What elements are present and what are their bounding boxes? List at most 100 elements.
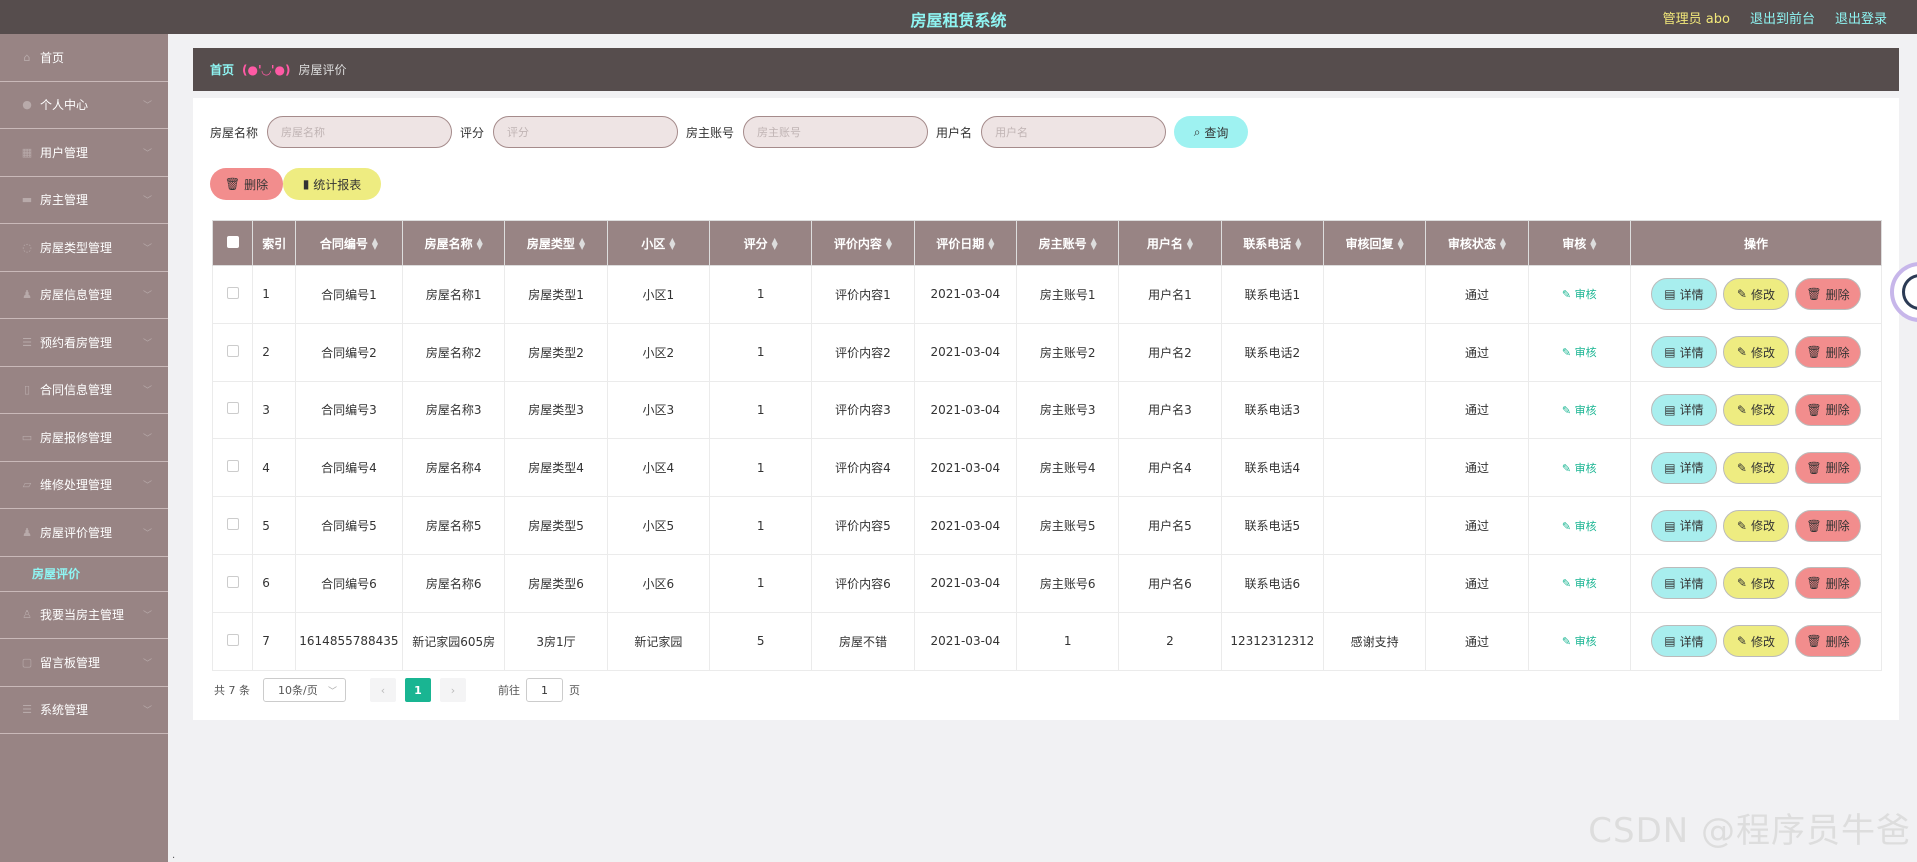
column-header[interactable]: 用户名 ▲ ▼ (1118, 220, 1222, 266)
delete-button[interactable]: 🗑 删除 (1794, 393, 1861, 426)
review-link[interactable]: ✎ 审核 (1562, 577, 1597, 590)
sidebar-item-4[interactable]: ◌ 房屋类型管理 ﹀ (0, 224, 168, 272)
edit-button-label: 修改 (1750, 461, 1775, 476)
sort-icon[interactable]: ▲ ▼ (477, 237, 483, 251)
column-header[interactable]: 房屋名称 ▲ ▼ (402, 220, 506, 266)
column-header[interactable]: 审核状态 ▲ ▼ (1425, 220, 1529, 266)
sort-icon[interactable]: ▲ ▼ (1590, 237, 1596, 251)
column-header[interactable]: 审核 ▲ ▼ (1527, 220, 1631, 266)
edit-button-label: 修改 (1750, 287, 1775, 302)
table-cell: 房主账号2 (1015, 322, 1120, 382)
search-input-username[interactable] (981, 116, 1167, 148)
sort-icon[interactable]: ▲ ▼ (579, 237, 585, 251)
goto-page-input[interactable] (526, 678, 563, 702)
column-header[interactable]: 合同编号 ▲ ▼ (294, 220, 404, 266)
page-size-select[interactable]: 10条/页 ﹀ (263, 678, 346, 702)
batch-delete-button[interactable]: 🗑 删除 (210, 168, 283, 200)
review-link[interactable]: ✎ 审核 (1562, 462, 1597, 475)
sort-icon[interactable]: ▲ ▼ (988, 237, 994, 251)
row-checkbox[interactable] (226, 344, 239, 357)
column-header[interactable]: 房屋类型 ▲ ▼ (504, 220, 608, 266)
sidebar-item-9[interactable]: ▱ 维修处理管理 ﹀ (0, 462, 168, 509)
sort-icon[interactable]: ▲ ▼ (772, 237, 778, 251)
detail-button[interactable]: ▤ 详情 (1650, 625, 1717, 658)
search-input-house-name[interactable] (267, 116, 453, 148)
detail-button[interactable]: ▤ 详情 (1650, 278, 1717, 311)
column-header[interactable]: 评价日期 ▲ ▼ (913, 220, 1017, 266)
edit-button[interactable]: ✎ 修改 (1722, 278, 1789, 311)
column-header[interactable]: 评价内容 ▲ ▼ (811, 220, 915, 266)
sidebar-item-0[interactable]: ⌂ 首页 (0, 34, 168, 82)
review-link[interactable]: ✎ 审核 (1562, 346, 1597, 359)
search-input-owner-account[interactable] (743, 116, 929, 148)
sidebar-item-3[interactable]: ▬ 房主管理 ﹀ (0, 177, 168, 224)
sidebar-subitem-active[interactable]: 房屋评价 (0, 557, 168, 592)
sort-icon[interactable]: ▲ ▼ (1500, 237, 1506, 251)
sidebar-item-1[interactable]: ● 个人中心 ﹀ (0, 82, 168, 129)
row-checkbox[interactable] (226, 575, 239, 588)
sort-icon[interactable]: ▲ ▼ (1398, 237, 1404, 251)
sort-icon[interactable]: ▲ ▼ (1187, 237, 1193, 251)
delete-button[interactable]: 🗑 删除 (1794, 336, 1861, 369)
page-number-current[interactable]: 1 (405, 678, 431, 702)
breadcrumb-home[interactable]: 首页 (210, 61, 234, 78)
edit-button[interactable]: ✎ 修改 (1722, 625, 1789, 658)
front-link[interactable]: 退出到前台 (1750, 8, 1815, 27)
detail-button[interactable]: ▤ 详情 (1650, 336, 1717, 369)
detail-button[interactable]: ▤ 详情 (1650, 567, 1717, 600)
logout-link[interactable]: 退出登录 (1835, 8, 1887, 27)
sidebar-item-after-2[interactable]: ☰ 系统管理 ﹀ (0, 687, 168, 734)
column-header[interactable]: 联系电话 ▲ ▼ (1220, 220, 1324, 266)
detail-button[interactable]: ▤ 详情 (1650, 509, 1717, 542)
delete-button[interactable]: 🗑 删除 (1794, 625, 1861, 658)
review-link[interactable]: ✎ 审核 (1562, 635, 1597, 648)
edit-button[interactable]: ✎ 修改 (1722, 509, 1789, 542)
review-link[interactable]: ✎ 审核 (1562, 288, 1597, 301)
review-cell: ✎ 审核 (1527, 496, 1631, 555)
report-button[interactable]: ▮ 统计报表 (283, 168, 381, 200)
row-checkbox[interactable] (226, 460, 239, 473)
detail-button[interactable]: ▤ 详情 (1650, 451, 1717, 484)
review-link[interactable]: ✎ 审核 (1562, 404, 1597, 417)
next-page-button[interactable]: › (440, 678, 466, 702)
table-cell: 1 (708, 322, 813, 382)
column-header-label: 房屋名称 (424, 236, 473, 251)
select-all-checkbox[interactable] (226, 235, 239, 248)
prev-page-button[interactable]: ‹ (370, 678, 396, 702)
detail-button[interactable]: ▤ 详情 (1650, 393, 1717, 426)
sidebar-item-7[interactable]: ▯ 合同信息管理 ﹀ (0, 367, 168, 414)
row-select-cell (211, 611, 254, 671)
sort-icon[interactable]: ▲ ▼ (1091, 237, 1097, 251)
sidebar-item-8[interactable]: ▭ 房屋报修管理 ﹀ (0, 414, 168, 462)
column-header[interactable]: 评分 ▲ ▼ (708, 220, 813, 266)
delete-button[interactable]: 🗑 删除 (1794, 451, 1861, 484)
sidebar-item-after-0[interactable]: ♙ 我要当房主管理 ﹀ (0, 592, 168, 639)
query-button[interactable]: ⌕ 查询 (1174, 116, 1249, 148)
row-checkbox[interactable] (226, 286, 239, 299)
column-header[interactable]: 审核回复 ▲ ▼ (1322, 220, 1427, 266)
edit-button[interactable]: ✎ 修改 (1722, 567, 1789, 600)
edit-button[interactable]: ✎ 修改 (1722, 451, 1789, 484)
sort-icon[interactable]: ▲ ▼ (372, 237, 378, 251)
sidebar-item-6[interactable]: ☰ 预约看房管理 ﹀ (0, 319, 168, 367)
column-header[interactable]: 小区 ▲ ▼ (606, 220, 711, 266)
edit-button[interactable]: ✎ 修改 (1722, 336, 1789, 369)
column-header[interactable]: 房主账号 ▲ ▼ (1015, 220, 1120, 266)
sort-icon[interactable]: ▲ ▼ (1295, 237, 1301, 251)
sort-icon[interactable]: ▲ ▼ (669, 237, 675, 251)
search-input-score[interactable] (493, 116, 679, 148)
delete-button[interactable]: 🗑 删除 (1794, 278, 1861, 311)
sidebar-item-2[interactable]: ▦ 用户管理 ﹀ (0, 129, 168, 177)
sidebar-item-5[interactable]: ♟ 房屋信息管理 ﹀ (0, 272, 168, 319)
review-link[interactable]: ✎ 审核 (1562, 520, 1597, 533)
delete-button[interactable]: 🗑 删除 (1794, 509, 1861, 542)
sidebar-item-after-1[interactable]: ▢ 留言板管理 ﹀ (0, 639, 168, 687)
delete-button[interactable]: 🗑 删除 (1794, 567, 1861, 600)
edit-button[interactable]: ✎ 修改 (1722, 393, 1789, 426)
row-checkbox[interactable] (226, 402, 239, 415)
row-checkbox[interactable] (226, 633, 239, 646)
sidebar-item-10[interactable]: ♟ 房屋评价管理 ﹀ (0, 509, 168, 557)
sort-icon[interactable]: ▲ ▼ (886, 237, 892, 251)
row-checkbox[interactable] (226, 518, 239, 531)
table-cell: 通过 (1425, 553, 1529, 613)
